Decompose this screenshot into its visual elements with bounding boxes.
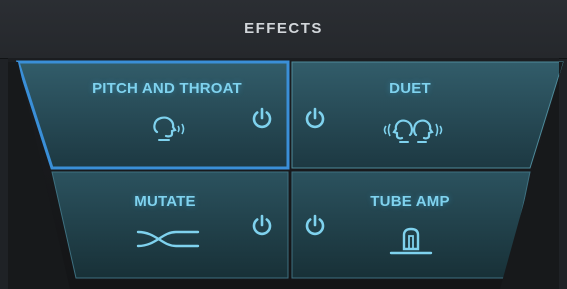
two-heads-sound-icon [383, 119, 443, 143]
vacuum-tube-icon [389, 227, 433, 255]
effect-label-pitch-and-throat: PITCH AND THROAT [92, 80, 242, 97]
crossing-waves-icon [136, 230, 200, 248]
head-profile-sound-icon [153, 116, 185, 141]
effect-label-duet: DUET [389, 80, 431, 97]
effects-panel: EFFECTS PITCH AND THROAT DUET MUTATE TUB… [0, 0, 567, 289]
mutate-power-icon[interactable] [250, 213, 274, 237]
effect-label-mutate: MUTATE [134, 193, 196, 210]
effect-label-tube-amp: TUBE AMP [370, 193, 450, 210]
tube-amp-power-icon[interactable] [303, 213, 327, 237]
duet-power-icon[interactable] [303, 106, 327, 130]
pitch-and-throat-power-icon[interactable] [250, 106, 274, 130]
